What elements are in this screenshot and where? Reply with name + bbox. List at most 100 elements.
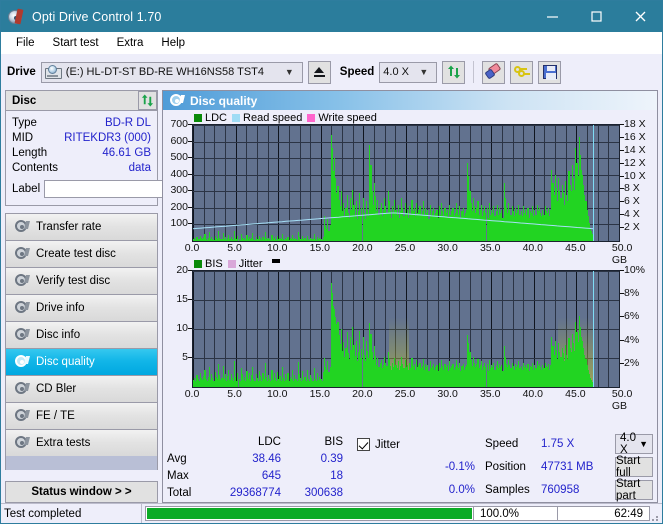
menu-item-file[interactable]: File (7, 35, 44, 51)
sidebar-filler (5, 470, 158, 478)
sidebar-item-cd-bler[interactable]: CD Bler (5, 375, 158, 402)
y2-tick-label: 14 X (624, 145, 646, 156)
y-tick-label: 700 (170, 119, 188, 130)
y2-tick-label: 16 X (624, 132, 646, 143)
y2-tick-label: 8% (624, 288, 639, 299)
erase-button[interactable] (482, 61, 505, 84)
x-tick-label: 5.0 (227, 388, 242, 400)
disc-refresh-button[interactable] (138, 91, 157, 110)
samples-label: Samples (485, 484, 541, 496)
refresh-icon (141, 94, 155, 108)
floppy-disk-icon (543, 65, 557, 79)
speed-info-value: 1.75 X (541, 438, 609, 450)
keys-button[interactable] (510, 61, 533, 84)
status-message: Test completed (1, 504, 142, 523)
ldc-plot[interactable] (192, 124, 620, 242)
sidebar-item-create-test-disc[interactable]: Create test disc (5, 240, 158, 267)
disc-icon (14, 436, 29, 450)
y2-tick (620, 163, 624, 164)
start-part-button[interactable]: Start part (615, 480, 653, 500)
sidebar-item-label: CD Bler (36, 383, 76, 395)
x-tick-label: 15.0 (310, 242, 330, 254)
refresh-button[interactable] (442, 61, 465, 84)
speed-label: Speed (340, 66, 375, 78)
bis-plot[interactable] (192, 270, 620, 388)
legend-label-ldc: LDC (205, 112, 227, 124)
disc-contents-label: Contents (12, 162, 58, 174)
eject-button[interactable] (308, 61, 331, 84)
progress-percent: 100.0% (473, 507, 557, 520)
menu-item-start-test[interactable]: Start test (44, 35, 108, 51)
drive-toolbar: Drive (E:) HL-DT-ST BD-RE WH16NS58 TST4 … (1, 54, 662, 90)
y-tick-label: 500 (170, 152, 188, 163)
legend-label-read-speed: Read speed (243, 112, 302, 124)
sidebar-item-label: Drive info (36, 302, 85, 314)
y2-tick-label: 2 X (624, 222, 640, 233)
samples-value: 760958 (541, 484, 609, 496)
save-button[interactable] (538, 61, 561, 84)
content-panel: Disc quality LDC Read speed Write sp (162, 90, 658, 503)
sidebar-item-disc-info[interactable]: Disc info (5, 321, 158, 348)
maximize-icon[interactable] (574, 1, 618, 32)
disc-icon (14, 220, 29, 234)
legend-item-write-speed: Write speed (307, 112, 377, 124)
ldc-plot-wrap: 100200300400500600700 2 X4 X6 X8 X10 X12… (165, 124, 655, 242)
sidebar-item-fe-te[interactable]: FE / TE (5, 402, 158, 429)
legend-label-bis: BIS (205, 258, 223, 270)
y2-tick (620, 176, 624, 177)
x-tick-label: 10.0 (267, 242, 287, 254)
jitter-checkbox[interactable] (357, 438, 370, 451)
disc-panel-header: Disc (5, 90, 158, 111)
y2-tick-label: 2% (624, 358, 639, 369)
disc-icon (14, 382, 29, 396)
position-value: 47731 MB (541, 461, 609, 473)
y2-tick (620, 340, 624, 341)
legend-item-jitter: Jitter (228, 258, 263, 270)
disc-icon (14, 247, 29, 261)
minimize-icon[interactable] (530, 1, 574, 32)
stats-row-label-total: Total (167, 487, 209, 499)
disc-label-label: Label (12, 183, 40, 195)
sidebar-item-label: Transfer rate (36, 221, 101, 233)
legend-item-bis: BIS (194, 258, 223, 270)
test-speed-value: 4.0 X (620, 432, 639, 456)
menu-item-extra[interactable]: Extra (108, 35, 153, 51)
status-window-button[interactable]: Status window > > (5, 481, 158, 503)
drive-label: Drive (7, 66, 36, 78)
x-tick-label: 10.0 (267, 388, 287, 400)
legend-swatch-ldc (194, 114, 202, 122)
sidebar-item-label: Create test disc (36, 248, 116, 260)
eraser-icon (486, 65, 502, 79)
stats-avg-ldc: 38.46 (209, 453, 281, 465)
sidebar-item-verify-test-disc[interactable]: Verify test disc (5, 267, 158, 294)
y2-tick-label: 4% (624, 334, 639, 345)
start-full-button[interactable]: Start full (615, 457, 653, 477)
ldc-chart-legend: LDC Read speed Write speed (165, 111, 655, 124)
x-tick-label: 0.0 (185, 242, 200, 254)
drive-select[interactable]: (E:) HL-DT-ST BD-RE WH16NS58 TST4 ▼ (41, 62, 303, 83)
speed-select-value: 4.0 X (383, 66, 409, 78)
close-icon[interactable] (618, 1, 662, 32)
disc-label-row: Label (12, 179, 151, 199)
progress-bar: 100.0% 62:49 (145, 506, 650, 521)
menu-item-help[interactable]: Help (152, 35, 194, 51)
sidebar-item-transfer-rate[interactable]: Transfer rate (5, 213, 158, 240)
disc-icon (14, 301, 29, 315)
sidebar-item-extra-tests[interactable]: Extra tests (5, 429, 158, 456)
sidebar-item-label: Disc info (36, 329, 80, 341)
x-tick-label: 45.0 (565, 388, 585, 400)
resize-grip-icon[interactable] (650, 504, 662, 523)
test-speed-select[interactable]: 4.0 X ▼ (615, 434, 653, 454)
legend-swatch-write-speed (307, 114, 315, 122)
y2-tick (620, 227, 624, 228)
main-body: Disc Type BD-R DL MID R (1, 90, 662, 503)
sidebar-item-disc-quality[interactable]: Disc quality (5, 348, 158, 375)
disc-row-mid: MID RITEKDR3 (000) (12, 130, 151, 145)
optical-drive-icon (45, 65, 62, 80)
x-tick-label: 20.0 (352, 388, 372, 400)
bis-x-axis: 0.05.010.015.020.025.030.035.040.045.050… (192, 388, 620, 401)
sidebar-item-drive-info[interactable]: Drive info (5, 294, 158, 321)
speed-select[interactable]: 4.0 X ▼ (379, 62, 437, 83)
content-title: Disc quality (190, 94, 257, 108)
drive-select-value: (E:) HL-DT-ST BD-RE WH16NS58 TST4 (66, 66, 264, 78)
